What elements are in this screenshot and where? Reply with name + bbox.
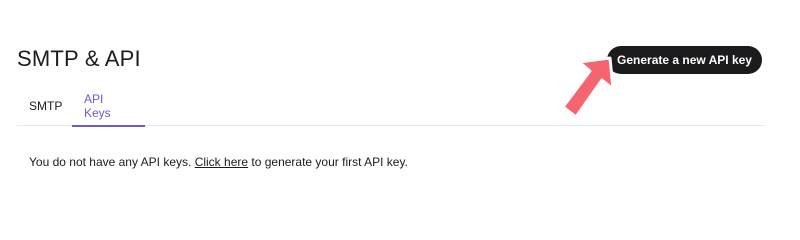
- click-here-link[interactable]: Click here: [195, 155, 248, 169]
- empty-message-text-before: You do not have any API keys.: [29, 155, 195, 169]
- arrow-pointer-icon: [561, 56, 615, 119]
- tab-smtp[interactable]: SMTP: [17, 86, 72, 126]
- tab-api-keys[interactable]: API Keys: [72, 86, 145, 127]
- empty-api-keys-message: You do not have any API keys. Click here…: [29, 155, 408, 169]
- empty-message-text-after: to generate your first API key.: [248, 155, 408, 169]
- smtp-api-page: SMTP & API Generate a new API key SMTP A…: [0, 0, 800, 215]
- settings-tabs: SMTP API Keys: [17, 86, 765, 127]
- page-title: SMTP & API: [17, 46, 141, 71]
- generate-api-key-button[interactable]: Generate a new API key: [607, 46, 762, 74]
